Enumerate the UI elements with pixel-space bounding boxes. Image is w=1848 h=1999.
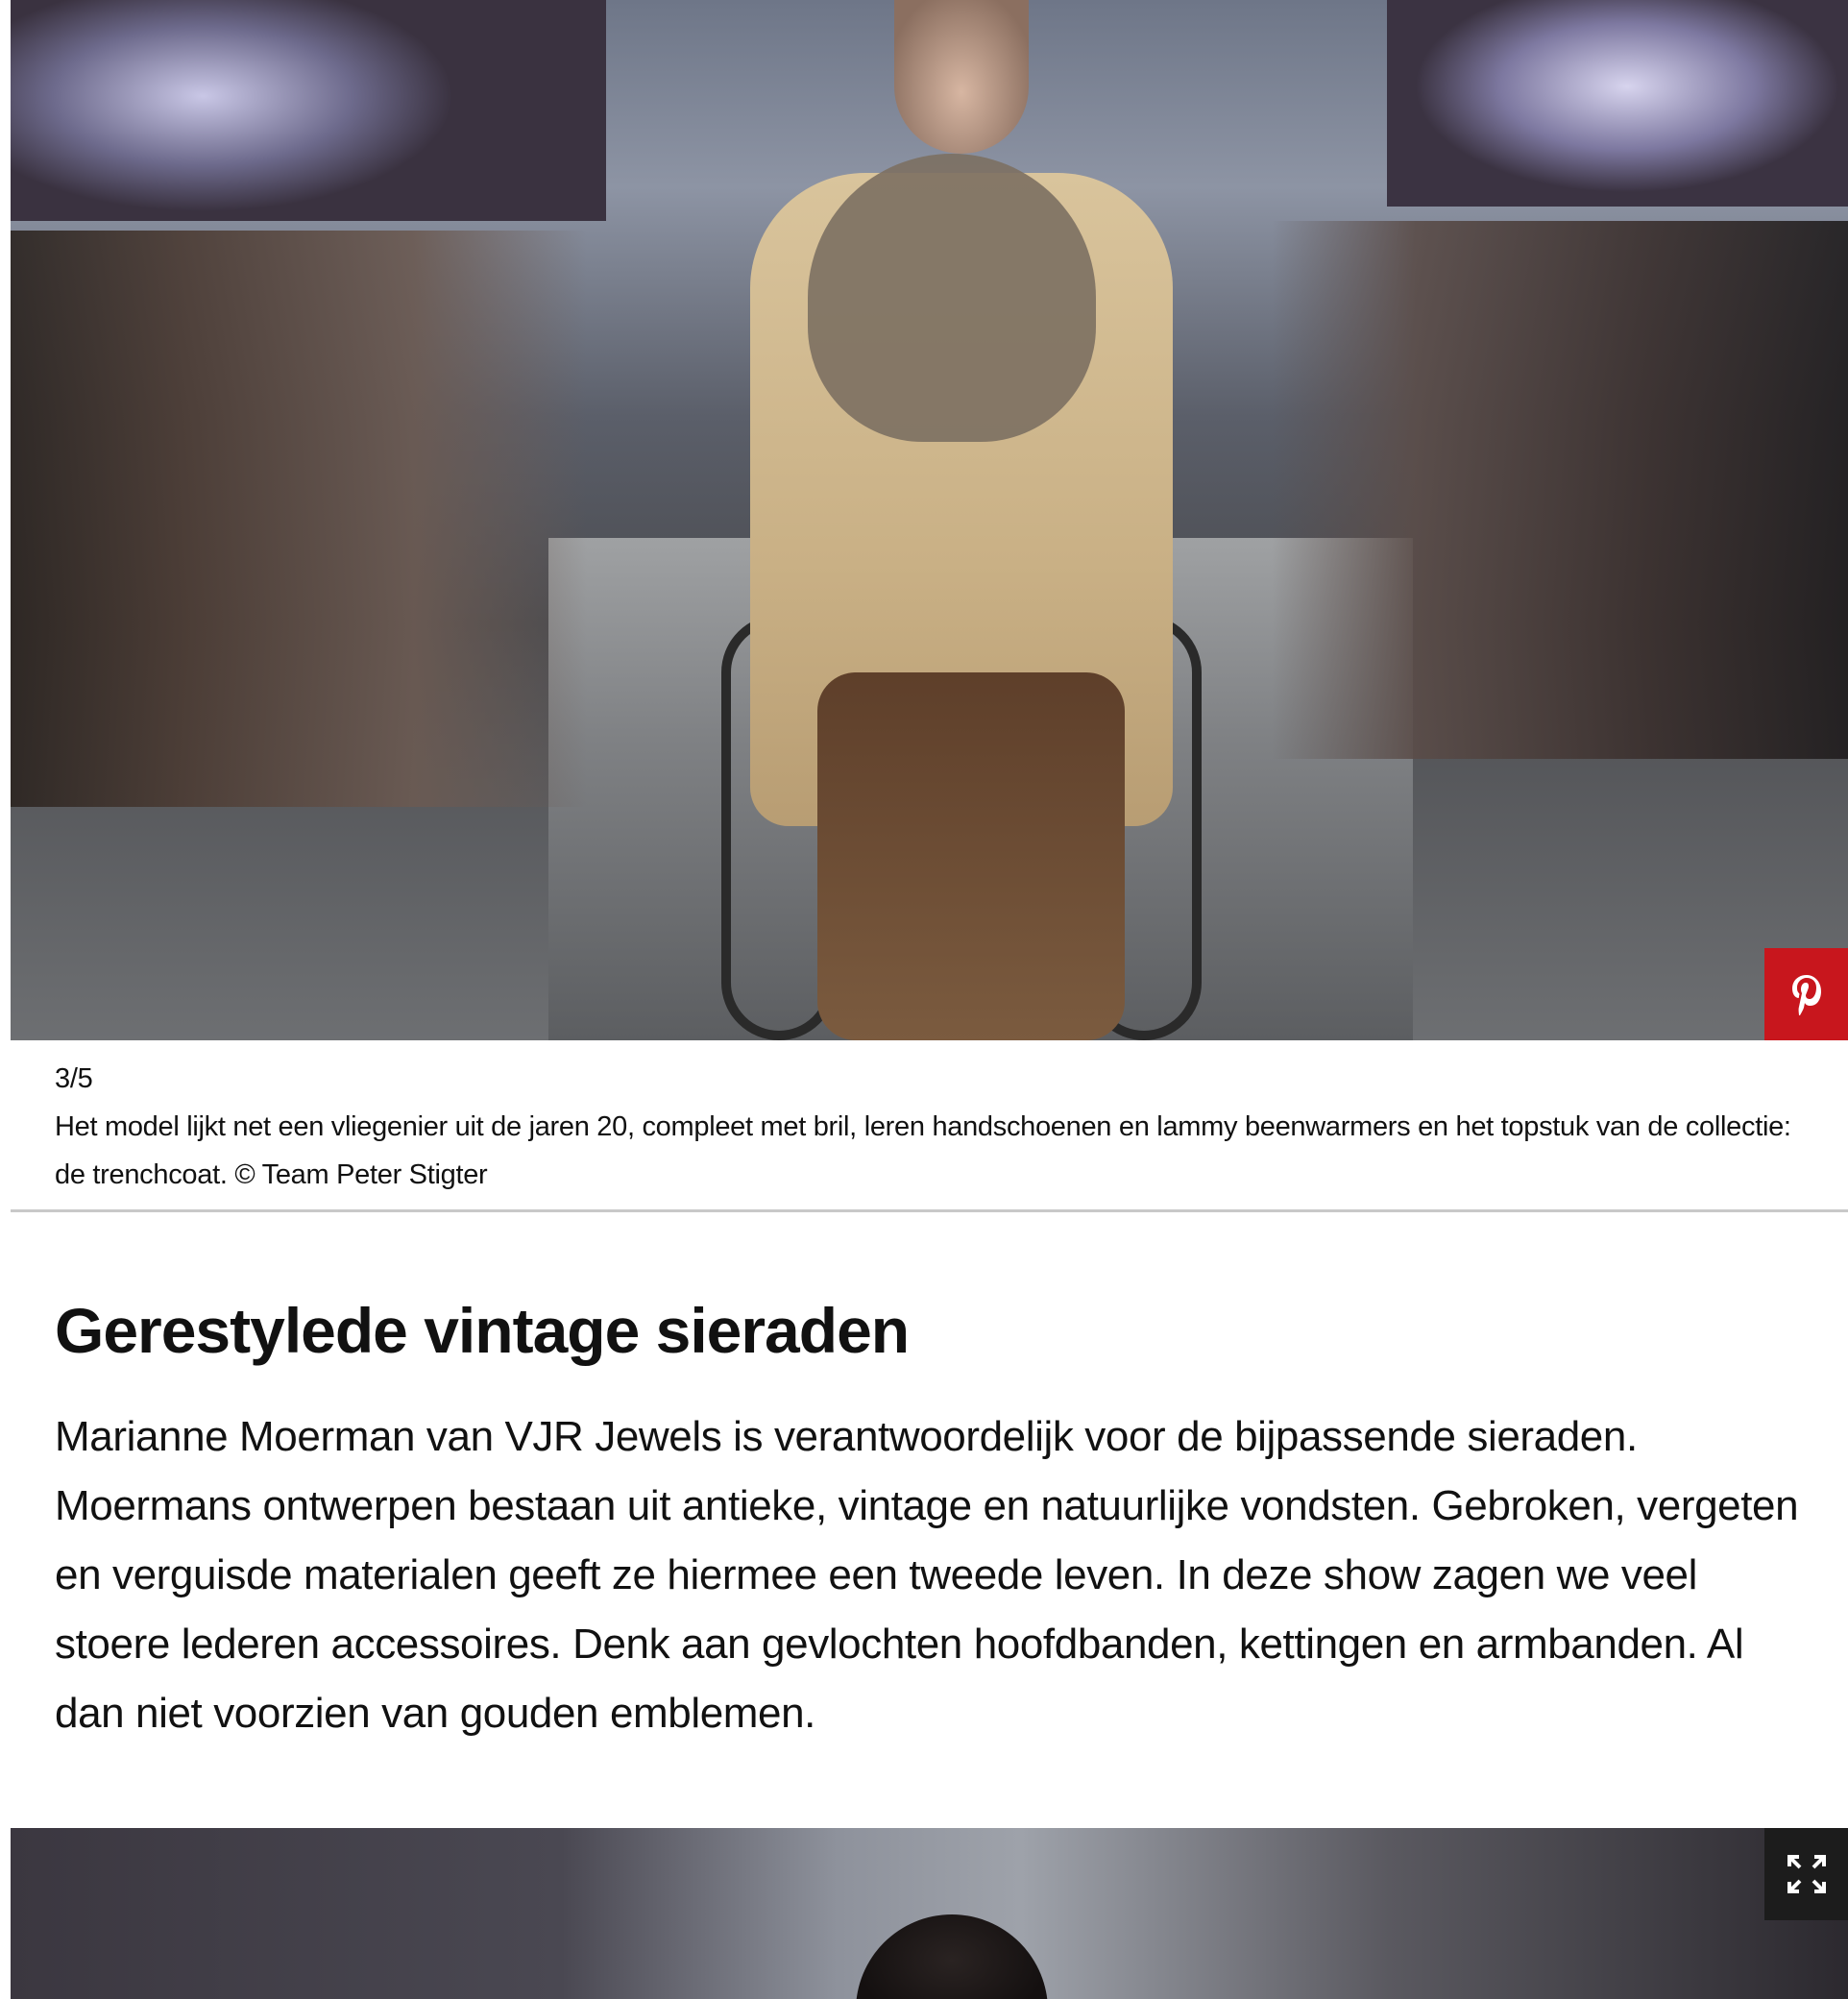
model-in-wheelchair bbox=[721, 0, 1202, 1040]
pinterest-icon bbox=[1791, 975, 1821, 1015]
backdrop-screen-right bbox=[1387, 0, 1848, 207]
article-paragraph: Marianne Moerman van VJR Jewels is veran… bbox=[55, 1413, 1799, 1737]
photo-caption: 3/5 Het model lijkt net een vliegenier u… bbox=[55, 1055, 1812, 1199]
pinterest-button[interactable] bbox=[1764, 948, 1848, 1040]
divider bbox=[11, 1209, 1848, 1212]
boots bbox=[817, 672, 1125, 1040]
runway-photo-next[interactable] bbox=[11, 1828, 1848, 1999]
audience-left bbox=[11, 231, 587, 807]
model-head-with-goggles bbox=[856, 1914, 1048, 1999]
scarf bbox=[808, 154, 1096, 442]
model-head bbox=[894, 0, 1029, 154]
caption-text: Het model lijkt net een vliegenier uit d… bbox=[55, 1111, 1791, 1190]
slide-counter: 3/5 bbox=[55, 1063, 93, 1094]
fullscreen-button[interactable] bbox=[1764, 1828, 1848, 1920]
audience-right bbox=[1272, 221, 1848, 759]
section-heading: Gerestylede vintage sieraden bbox=[55, 1295, 910, 1366]
expand-icon bbox=[1787, 1855, 1826, 1893]
runway-photo[interactable] bbox=[11, 0, 1848, 1040]
backdrop-screen-left bbox=[11, 0, 606, 221]
